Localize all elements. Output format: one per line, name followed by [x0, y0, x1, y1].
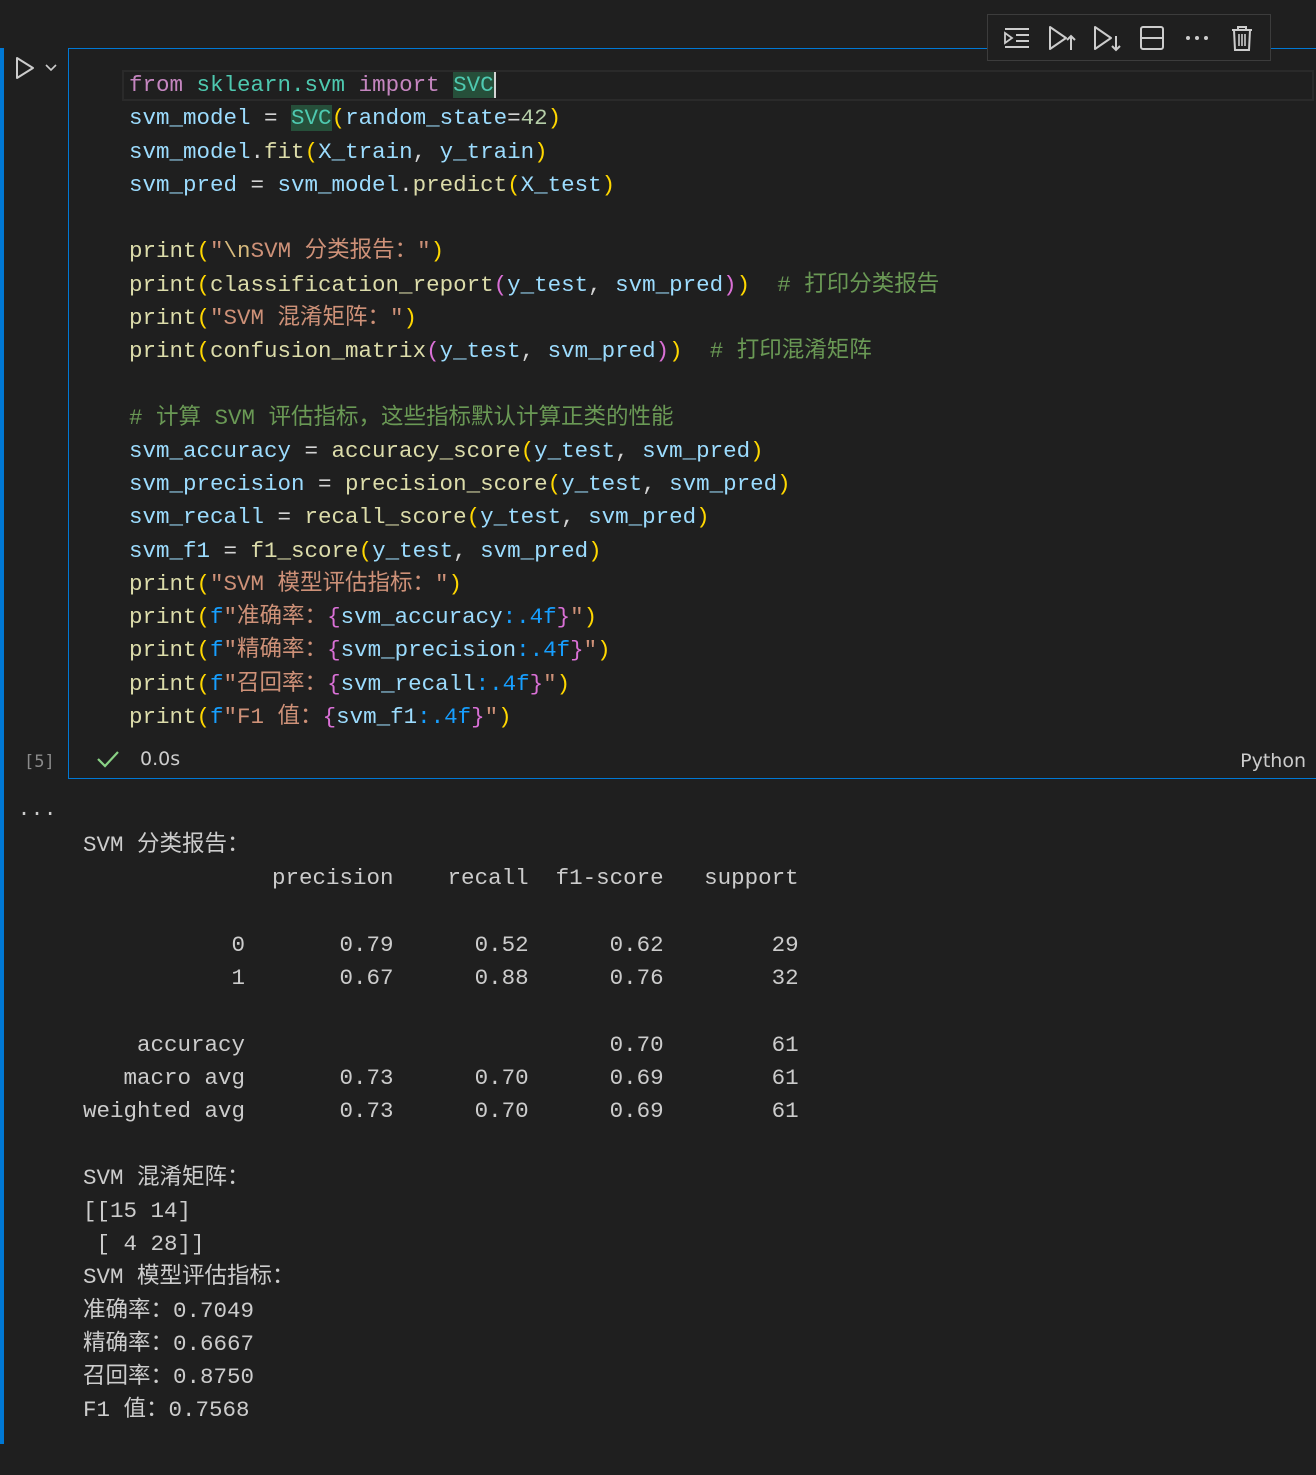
- execute-cell-and-above-button[interactable]: [1045, 21, 1079, 55]
- cell-status-bar: 0.0s: [96, 748, 180, 770]
- output-line: weighted avg 0.73 0.70 0.69 61: [83, 1098, 799, 1124]
- output-line: SVM 模型评估指标：: [83, 1264, 295, 1291]
- delete-cell-button[interactable]: [1225, 21, 1259, 55]
- output-line: accuracy 0.70 61: [83, 1031, 799, 1058]
- output-focus-indicator: [0, 790, 4, 1444]
- output-line: 准确率：0.7049: [83, 1297, 255, 1324]
- code-line-12: svm_accuracy = accuracy_score(y_test, sv…: [129, 437, 764, 464]
- more-actions-button[interactable]: [1180, 21, 1214, 55]
- trash-icon: [1231, 25, 1252, 51]
- output-line: [[15 14]: [83, 1197, 192, 1224]
- output-line: 0 0.79 0.52 0.62 29: [83, 931, 799, 958]
- execute-above-icon: [1003, 27, 1029, 48]
- code-line-2: svm_model = SVC(random_state=42): [129, 105, 562, 132]
- code-line-13: svm_precision = precision_score(y_test, …: [129, 471, 791, 497]
- code-line-6: print("\nSVM 分类报告："): [129, 238, 445, 265]
- execution-count: [5]: [24, 752, 55, 772]
- execute-cell-and-below-button[interactable]: [1090, 21, 1124, 55]
- code-line-11: # 计算 SVM 评估指标，这些指标默认计算正类的性能: [129, 404, 674, 431]
- checkmark-icon: [97, 751, 119, 768]
- chevron-down-icon: [45, 64, 57, 72]
- output-line: macro avg 0.73 0.70 0.69 61: [83, 1064, 799, 1091]
- code-line-8: print("SVM 混淆矩阵："): [129, 304, 418, 331]
- output-line: SVM 分类报告：: [83, 832, 250, 858]
- execution-time: 0.0s: [140, 748, 181, 770]
- code-content[interactable]: from sklearn.svm import SVC svm_model = …: [129, 69, 939, 734]
- run-below-icon: [1093, 25, 1121, 51]
- code-line-15: svm_f1 = f1_score(y_test, svm_pred): [129, 537, 602, 564]
- play-icon: [16, 57, 34, 79]
- cell-toolbar: [987, 14, 1271, 61]
- output-actions-menu[interactable]: ...: [18, 796, 57, 820]
- code-line-16: print("SVM 模型评估指标："): [129, 570, 463, 597]
- split-icon: [1139, 25, 1164, 50]
- output-line: F1 值：0.7568: [83, 1397, 250, 1424]
- split-cell-button[interactable]: [1135, 21, 1169, 55]
- output-line: 1 0.67 0.88 0.76 32: [83, 965, 799, 991]
- output-line: SVM 混淆矩阵：: [83, 1164, 250, 1191]
- code-line-20: print(f"F1 值：{svm_f1:.4f}"): [129, 703, 512, 730]
- code-line-17: print(f"准确率：{svm_accuracy:.4f}"): [129, 604, 598, 630]
- ellipsis-icon: [1185, 35, 1208, 40]
- code-line-3: svm_model.fit(X_train, y_train): [129, 138, 548, 165]
- output-line: 精确率：0.6667: [83, 1330, 255, 1357]
- run-options-dropdown[interactable]: [44, 63, 58, 73]
- execute-above-button[interactable]: [1000, 21, 1034, 55]
- output-line: 召回率：0.8750: [83, 1364, 255, 1390]
- code-line-19: print(f"召回率：{svm_recall:.4f}"): [129, 670, 571, 697]
- code-line-7: print(classification_report(y_test, svm_…: [129, 271, 940, 298]
- code-line-1: from sklearn.svm import SVC: [129, 72, 496, 98]
- code-line-18: print(f"精确率：{svm_precision:.4f}"): [129, 637, 611, 664]
- output-line: precision recall f1-score support: [83, 865, 799, 892]
- kernel-language-label[interactable]: Python: [1240, 750, 1306, 772]
- run-cell-button[interactable]: [14, 56, 36, 80]
- output-line: [ 4 28]]: [83, 1231, 205, 1257]
- code-line-4: svm_pred = svm_model.predict(X_test): [129, 171, 616, 198]
- code-line-9: print(confusion_matrix(y_test, svm_pred)…: [129, 338, 872, 364]
- run-above-icon: [1048, 25, 1076, 50]
- code-line-14: svm_recall = recall_score(y_test, svm_pr…: [129, 504, 710, 531]
- run-controls: [14, 56, 58, 80]
- cell-output: SVM 分类报告： precision recall f1-score supp…: [83, 829, 799, 1428]
